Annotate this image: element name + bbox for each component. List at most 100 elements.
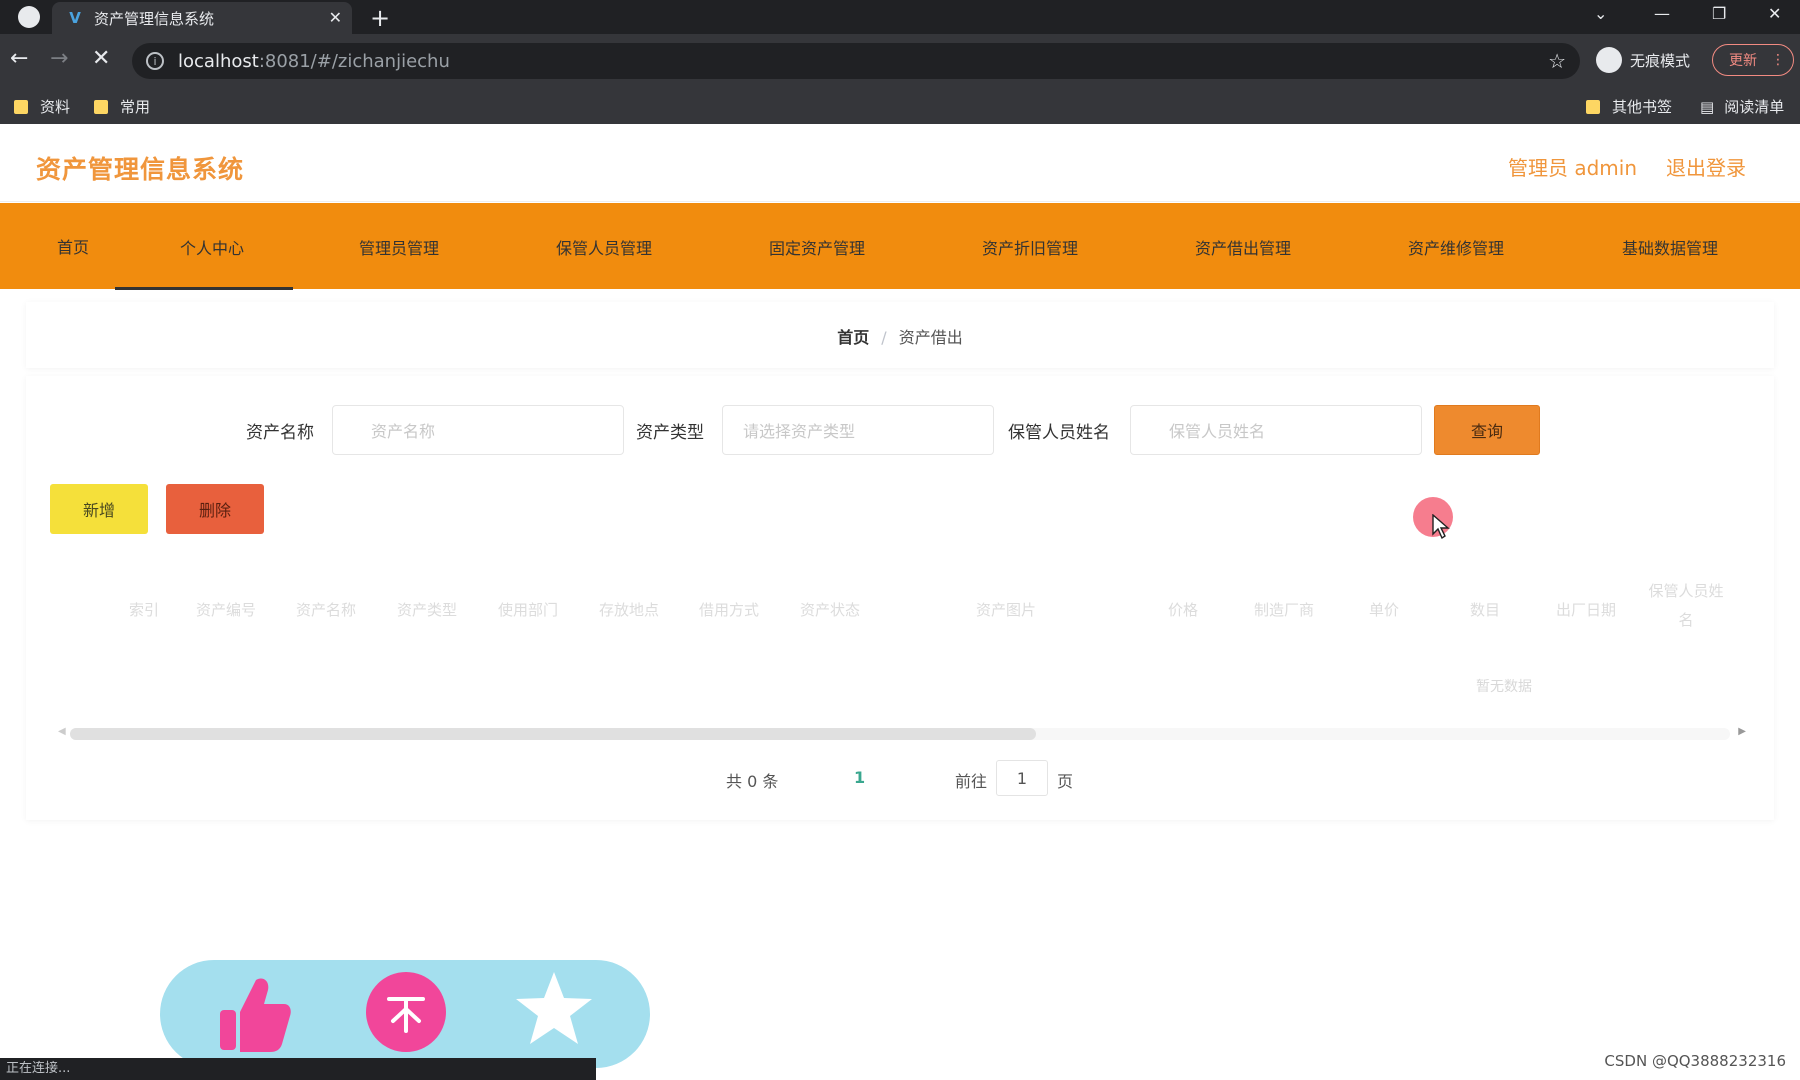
pagination-goto-input[interactable]: 1 [996,760,1048,796]
reading-list-label: 阅读清单 [1724,98,1785,116]
reading-list[interactable]: ▤ 阅读清单 [1700,96,1784,117]
other-bookmarks[interactable]: 其他书签 [1586,96,1672,117]
logout-link[interactable]: 退出登录 [1666,152,1746,181]
pagination-page-suffix: 页 [1057,772,1074,791]
bookmark-label: 资料 [40,98,71,116]
column-header: 单价 [1368,601,1400,619]
folder-icon [94,99,108,114]
asset-type-select[interactable]: 请选择资产类型 [722,405,994,455]
column-header: 使用部门 [497,601,559,619]
nav-base-data-management[interactable]: 基础数据管理 [1622,235,1718,259]
bookmarks-bar: 资料 常用 其他书签 ▤ 阅读清单 [0,88,1800,124]
back-icon[interactable]: ← [10,46,28,71]
bookmark-folder-changyong[interactable]: 常用 [94,96,150,117]
nav-fixed-asset-management[interactable]: 固定资产管理 [769,235,865,259]
delete-button[interactable]: 删除 [166,484,264,534]
window-close-icon[interactable]: ✕ [1768,4,1781,23]
other-bookmarks-label: 其他书签 [1612,98,1673,116]
asset-name-input[interactable]: 资产名称 [332,405,624,455]
incognito-indicator[interactable]: 无痕模式 [1596,47,1690,73]
bookmark-label: 常用 [120,98,151,116]
nav-admin-management[interactable]: 管理员管理 [359,235,439,259]
more-menu-icon[interactable]: ⋮ [1771,52,1785,68]
browser-menu-icon[interactable] [18,6,40,28]
browser-tab[interactable]: V 资产管理信息系统 ✕ [52,2,352,34]
app-header: 资产管理信息系统 管理员 admin 退出登录 [0,124,1800,202]
scroll-left-icon[interactable]: ◀ [58,726,66,737]
column-header: 存放地点 [598,601,660,619]
keeper-name-label: 保管人员姓名 [1008,423,1110,443]
column-header: 制造厂商 [1253,601,1315,619]
nav-personal-center[interactable]: 个人中心 [180,235,244,259]
browser-tab-bar: V 资产管理信息系统 ✕ + ⌄ — ❐ ✕ [0,0,1800,34]
bookmark-star-icon[interactable]: ☆ [1548,49,1566,73]
update-label: 更新 [1729,53,1757,69]
browser-status-text: 正在连接... [0,1058,596,1080]
asset-type-label: 资产类型 [636,423,704,443]
stop-loading-icon[interactable]: ✕ [92,46,110,71]
tab-search-icon[interactable]: ⌄ [1594,4,1607,23]
column-header: 数目 [1469,601,1501,619]
watermark-text: CSDN @QQ3888232316 [1604,1052,1786,1070]
url-path: :8081/#/zichanjiechu [258,50,450,72]
nav-keeper-management[interactable]: 保管人员管理 [556,235,652,259]
breadcrumb-home[interactable]: 首页 [837,328,869,347]
incognito-icon [1596,47,1622,73]
back-to-top-button[interactable] [366,972,446,1052]
social-action-bar [160,960,650,1068]
column-header: 借用方式 [698,601,760,619]
minimize-icon[interactable]: — [1654,4,1670,23]
restore-icon[interactable]: ❐ [1712,4,1726,23]
nav-repair-management[interactable]: 资产维修管理 [1408,235,1504,259]
pagination-current-page[interactable]: 1 [854,768,865,787]
pagination-goto-label: 前往 [955,772,988,791]
thumbs-up-icon[interactable] [216,974,292,1054]
url-host: localhost [178,50,259,72]
column-header: 出厂日期 [1555,601,1617,619]
nav-home[interactable]: 首页 [57,234,89,258]
folder-icon [14,99,28,114]
url-input[interactable]: i localhost:8081/#/zichanjiechu ☆ [132,43,1580,79]
nav-lending-management[interactable]: 资产借出管理 [1195,235,1291,259]
keeper-name-input[interactable]: 保管人员姓名 [1130,405,1422,455]
bookmark-folder-ziliao[interactable]: 资料 [14,96,70,117]
folder-icon [1586,99,1600,114]
column-header: 资产状态 [799,601,861,619]
main-nav: 首页 个人中心 管理员管理 保管人员管理 固定资产管理 资产折旧管理 资产借出管… [0,203,1800,290]
breadcrumb-card: 首页 / 资产借出 [26,302,1774,368]
incognito-label: 无痕模式 [1630,51,1691,70]
forward-icon[interactable]: → [50,46,68,71]
column-header: 保管人员姓名 [1648,582,1724,629]
reading-list-icon: ▤ [1700,97,1715,116]
breadcrumb-current: 资产借出 [898,328,963,347]
asset-name-label: 资产名称 [246,423,314,443]
column-header: 资产图片 [975,601,1037,619]
scrollbar-thumb[interactable] [70,728,1036,740]
app-title: 资产管理信息系统 [36,155,245,184]
new-tab-icon[interactable]: + [370,4,390,32]
mouse-cursor-icon [1432,514,1450,540]
scroll-right-icon[interactable]: ▶ [1738,726,1746,737]
admin-label: 管理员 admin [1508,156,1638,180]
tab-title: 资产管理信息系统 [94,9,215,28]
breadcrumb: 首页 / 资产借出 [26,324,1774,348]
column-header: 索引 [128,601,160,619]
vue-favicon-icon: V [69,9,81,27]
update-button[interactable]: 更新 ⋮ [1712,44,1794,76]
pagination-total: 共 0 条 [726,772,779,791]
close-tab-icon[interactable]: ✕ [329,8,342,27]
add-button[interactable]: 新增 [50,484,148,534]
horizontal-scrollbar[interactable]: ◀ ▶ [58,726,1746,740]
query-button[interactable]: 查询 [1434,405,1540,455]
breadcrumb-separator: / [881,328,887,347]
nav-active-indicator [115,287,293,290]
site-info-icon[interactable]: i [146,52,164,70]
nav-depreciation-management[interactable]: 资产折旧管理 [982,235,1078,259]
column-header: 价格 [1167,601,1199,619]
column-header: 资产编号 [195,601,257,619]
column-header: 资产类型 [396,601,458,619]
address-bar-row: ← → ✕ i localhost:8081/#/zichanjiechu ☆ … [0,34,1800,88]
back-to-top-icon [387,997,425,1033]
column-header: 资产名称 [295,601,357,619]
favorite-star-icon[interactable] [514,968,594,1048]
